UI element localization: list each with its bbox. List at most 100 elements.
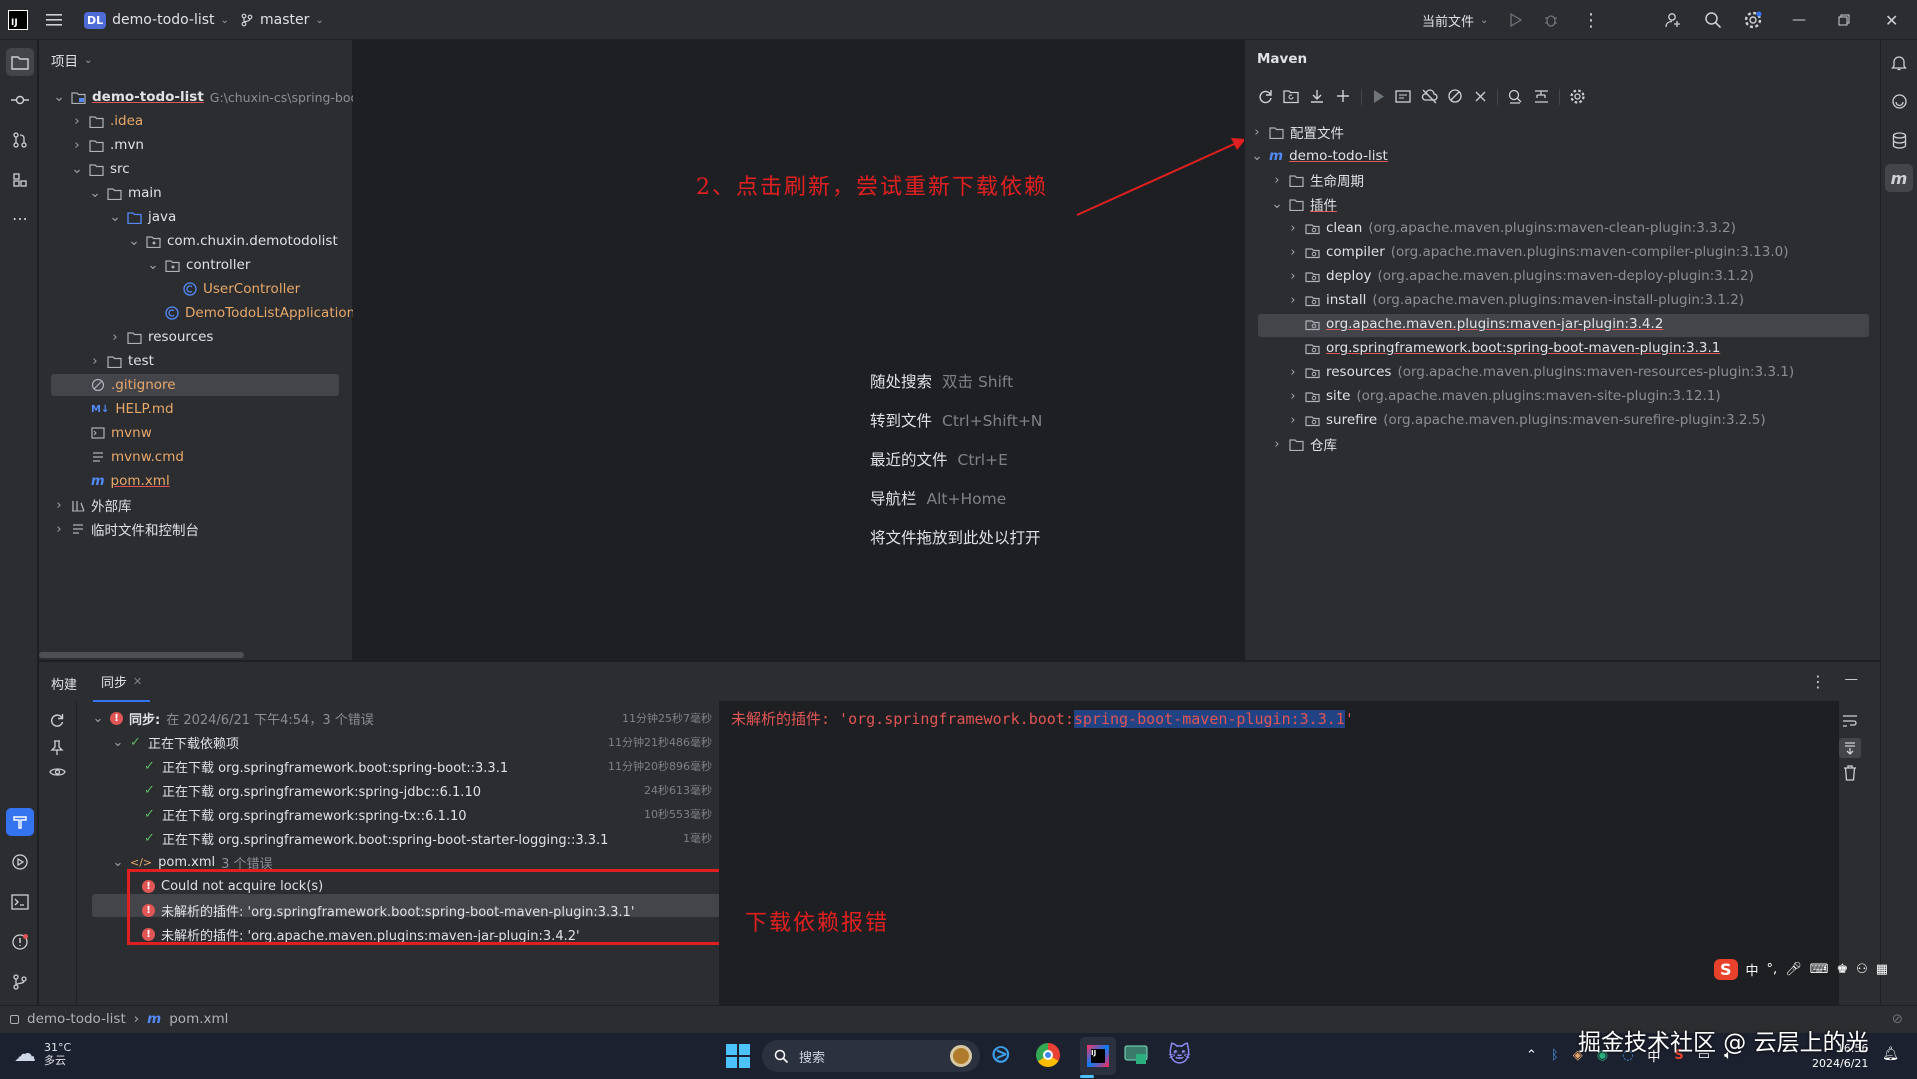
tree-item-user-controller[interactable]: UserController xyxy=(183,277,300,301)
maven-plugin-item[interactable]: › deploy (org.apache.maven.plugins:maven-d… xyxy=(1287,264,1754,288)
clear-all-icon[interactable] xyxy=(1843,765,1857,781)
show-diagram-icon[interactable] xyxy=(1533,88,1550,105)
settings-gear-icon[interactable] xyxy=(1743,0,1763,40)
pin-icon[interactable] xyxy=(50,740,64,756)
execute-goal-icon[interactable] xyxy=(1395,88,1412,105)
tree-root[interactable]: ⌄ demo-todo-list G:\chuxin-cs\spring-boo xyxy=(53,85,358,109)
close-window-icon[interactable]: ✕ xyxy=(1885,0,1898,40)
analyze-dependencies-icon[interactable] xyxy=(1507,88,1524,105)
tree-item-external-libs[interactable]: › 外部库 xyxy=(53,493,131,517)
tree-item-scratches[interactable]: › 临时文件和控制台 xyxy=(53,517,199,541)
build-console[interactable]: 未解析的插件: 'org.springframework.boot:spring… xyxy=(719,701,1888,1005)
tree-item-app-class[interactable]: DemoTodoListApplication xyxy=(165,301,355,325)
skip-tests-icon[interactable] xyxy=(1447,88,1464,105)
project-switcher[interactable]: DL demo-todo-list ⌄ xyxy=(84,0,229,40)
skin-icon[interactable]: ♚ xyxy=(1836,962,1848,977)
tree-item-mvnw-cmd[interactable]: mvnw.cmd xyxy=(91,445,184,469)
punctuation-icon[interactable]: °, xyxy=(1767,962,1778,977)
terminal-icon[interactable] xyxy=(6,888,34,916)
download-icon[interactable] xyxy=(1309,88,1326,105)
maven-settings-icon[interactable] xyxy=(1569,88,1586,105)
download-row[interactable]: ✓ 正在下载 org.springframework:spring-tx::6.1… xyxy=(144,802,712,826)
maven-plugin-item[interactable]: › compiler (org.apache.maven.plugins:maven… xyxy=(1287,240,1788,264)
intellij-taskbar-icon[interactable]: IJ xyxy=(1080,1037,1116,1075)
maven-plugin-item[interactable]: org.apache.maven.plugins:maven-jar-plugi… xyxy=(1287,312,1669,336)
editor-area[interactable]: 2、点击刷新，尝试重新下载依赖 xyxy=(353,40,1246,660)
tree-item-idea[interactable]: › .idea xyxy=(71,109,143,133)
project-view-selector[interactable]: 项目 ⌄ xyxy=(51,50,92,70)
breadcrumb-project[interactable]: demo-todo-list xyxy=(27,1011,126,1027)
horizontal-scrollbar[interactable] xyxy=(39,652,244,658)
run-icon[interactable] xyxy=(1508,0,1522,40)
maven-lifecycle[interactable]: › 生命周期 xyxy=(1271,168,1364,192)
soft-wrap-icon[interactable] xyxy=(1842,714,1858,728)
scroll-to-end-icon[interactable] xyxy=(1839,738,1861,758)
chrome-icon[interactable] xyxy=(1036,1043,1060,1067)
run-icon[interactable] xyxy=(1371,89,1386,104)
tab-sync[interactable]: 同步 ✕ xyxy=(93,662,151,702)
tree-item-mvn[interactable]: › .mvn xyxy=(71,133,144,157)
reload-icon[interactable] xyxy=(1257,88,1274,105)
maven-plugin-item[interactable]: org.springframework.boot:spring-boot-mav… xyxy=(1287,336,1726,360)
chevron-up-icon[interactable]: ⌃ xyxy=(1526,1048,1537,1063)
maven-plugin-item[interactable]: › site (org.apache.maven.plugins:maven-sit… xyxy=(1287,384,1720,408)
minimize-icon[interactable]: — xyxy=(1792,0,1806,40)
maven-plugin-item[interactable]: › surefire (org.apache.maven.plugins:maven… xyxy=(1287,408,1765,432)
maven-plugin-item[interactable]: › clean (org.apache.maven.plugins:maven-cl… xyxy=(1287,216,1736,240)
tab-build[interactable]: 构建 xyxy=(51,674,77,693)
add-user-icon[interactable] xyxy=(1664,0,1682,40)
run-config-selector[interactable]: 当前文件 ⌄ xyxy=(1422,0,1488,40)
weather-widget[interactable]: ☁︎ 31°C 多云 xyxy=(14,1041,71,1067)
tree-item-help[interactable]: M↓ HELP.md xyxy=(91,397,174,421)
tree-item-controller[interactable]: ⌄ controller xyxy=(147,253,250,277)
download-row[interactable]: ✓ 正在下载 org.springframework.boot:spring-bo… xyxy=(144,754,712,778)
build-tool-icon[interactable] xyxy=(6,808,34,836)
grid-menu-icon[interactable]: ▦ xyxy=(1876,962,1888,977)
tree-item-resources[interactable]: › resources xyxy=(109,325,213,349)
maven-plugin-item[interactable]: › resources (org.apache.maven.plugins:mave… xyxy=(1287,360,1794,384)
remote-desktop-icon[interactable] xyxy=(1124,1044,1148,1066)
bluetooth-icon[interactable]: ᛒ xyxy=(1551,1048,1559,1063)
tree-item-mvnw[interactable]: mvnw xyxy=(91,421,152,445)
reload-folder-icon[interactable] xyxy=(1283,88,1300,105)
rerun-icon[interactable] xyxy=(49,712,65,728)
tree-item-gitignore[interactable]: .gitignore xyxy=(91,373,176,397)
maven-plugin-item[interactable]: › install (org.apache.maven.plugins:maven-… xyxy=(1287,288,1744,312)
collapse-icon[interactable] xyxy=(1473,89,1488,104)
maven-profiles[interactable]: › 配置文件 xyxy=(1251,120,1344,144)
structure-icon[interactable] xyxy=(6,166,34,194)
notifications-bell-icon[interactable] xyxy=(1885,48,1913,76)
microphone-icon[interactable]: 🎤︎ xyxy=(1785,962,1802,977)
no-power-save-icon[interactable]: ⊘ xyxy=(1892,1011,1903,1027)
tree-item-main[interactable]: ⌄ main xyxy=(89,181,161,205)
vscode-icon[interactable]: ⧁ xyxy=(992,1043,1010,1068)
taskbar-search[interactable]: 搜索 xyxy=(762,1040,980,1072)
breadcrumb-file[interactable]: pom.xml xyxy=(169,1011,228,1027)
restore-icon[interactable] xyxy=(1838,0,1850,40)
hide-panel-icon[interactable]: — xyxy=(1845,671,1859,687)
add-icon[interactable] xyxy=(1335,88,1352,105)
eye-icon[interactable] xyxy=(49,766,66,778)
maven-repositories[interactable]: › 仓库 xyxy=(1271,432,1337,456)
maven-plugins[interactable]: ⌄ 插件 xyxy=(1271,192,1337,216)
offline-mode-icon[interactable] xyxy=(1421,88,1438,105)
tree-item-test[interactable]: › test xyxy=(89,349,154,373)
keyboard-icon[interactable]: ⌨︎ xyxy=(1810,962,1829,977)
tree-item-src[interactable]: ⌄ src xyxy=(71,157,129,181)
windows-start-icon[interactable] xyxy=(726,1044,750,1068)
commit-tool-icon[interactable] xyxy=(6,86,34,114)
git-tool-icon[interactable] xyxy=(6,968,34,996)
maven-project[interactable]: ⌄ m demo-todo-list xyxy=(1251,144,1387,168)
pull-requests-icon[interactable] xyxy=(6,126,34,154)
more-options-icon[interactable]: ⋮ xyxy=(1810,672,1826,691)
download-deps-row[interactable]: ⌄ ✓ 正在下载依赖项 11分钟21秒486毫秒 xyxy=(112,730,712,754)
download-row[interactable]: ✓ 正在下载 org.springframework:spring-jdbc::6… xyxy=(144,778,712,802)
more-actions-icon[interactable]: ⋮ xyxy=(1582,0,1600,40)
sync-root-row[interactable]: ⌄ ! 同步: 在 2024/6/21 下午4:54，3 个错误 11分钟25秒… xyxy=(92,706,712,730)
maven-tool-icon[interactable]: m xyxy=(1885,164,1913,192)
close-tab-icon[interactable]: ✕ xyxy=(133,675,142,688)
tree-item-package[interactable]: ⌄ com.chuxin.demotodolist xyxy=(128,229,337,253)
more-tools-icon[interactable]: ⋯ xyxy=(6,204,34,232)
services-icon[interactable] xyxy=(6,848,34,876)
notification-center-icon[interactable]: 🔔︎ xyxy=(1882,1046,1899,1062)
